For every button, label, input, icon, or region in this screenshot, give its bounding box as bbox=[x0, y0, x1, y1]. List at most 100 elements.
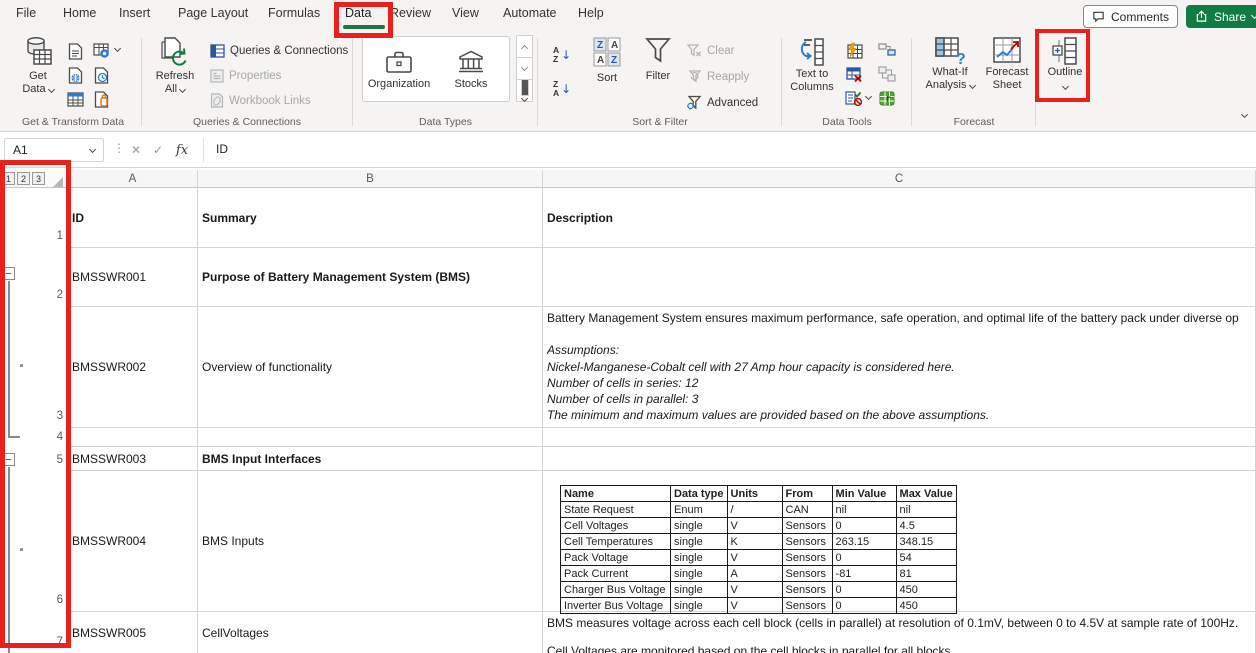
row-header-4[interactable]: 4 bbox=[40, 431, 66, 443]
name-box[interactable]: A1 bbox=[4, 138, 104, 162]
insert-function-button[interactable]: fx bbox=[172, 140, 192, 160]
cell-c1[interactable]: Description bbox=[543, 188, 1256, 248]
from-picture-chevron-icon[interactable] bbox=[114, 45, 121, 52]
column-header-b[interactable]: B bbox=[198, 170, 543, 188]
from-web-button[interactable] bbox=[66, 66, 84, 84]
outline-button[interactable]: Outline bbox=[1041, 36, 1089, 110]
cell-a3[interactable]: BMSSWR002 bbox=[68, 307, 198, 428]
tab-review[interactable]: Review bbox=[390, 6, 431, 20]
row-header-5[interactable]: 5 bbox=[40, 454, 66, 466]
cell-b7[interactable]: CellVoltages bbox=[198, 612, 543, 653]
filter-button[interactable]: Filter bbox=[637, 36, 679, 110]
tab-insert[interactable]: Insert bbox=[119, 6, 150, 20]
enter-button[interactable]: ✓ bbox=[148, 140, 168, 160]
queries-connections-button[interactable]: Queries & Connections bbox=[210, 44, 348, 58]
connection-doc-icon bbox=[94, 91, 109, 108]
cell-a2[interactable]: BMSSWR001 bbox=[68, 248, 198, 307]
existing-connections-button[interactable] bbox=[92, 90, 110, 108]
what-if-analysis-button[interactable]: ? What-If Analysis bbox=[921, 36, 979, 110]
bms-inputs-row: Pack CurrentsingleASensors-8181 bbox=[561, 566, 957, 582]
cell-c2[interactable] bbox=[543, 248, 1256, 307]
cell-a5[interactable]: BMSSWR003 bbox=[68, 447, 198, 471]
row-header-1[interactable]: 1 bbox=[40, 230, 66, 242]
collapse-group-1-button[interactable]: − bbox=[2, 267, 15, 280]
formula-input[interactable]: ID bbox=[216, 142, 228, 156]
web-doc-icon bbox=[68, 67, 83, 84]
refresh-all-chevron-icon bbox=[179, 86, 186, 93]
cancel-button[interactable]: ✕ bbox=[126, 140, 146, 160]
workbook-links-button[interactable]: Workbook Links bbox=[210, 93, 311, 108]
properties-button[interactable]: Properties bbox=[210, 69, 281, 83]
cell-a1[interactable]: ID bbox=[68, 188, 198, 248]
data-model-icon bbox=[878, 90, 896, 107]
data-validation-button[interactable] bbox=[845, 89, 863, 107]
tab-automate[interactable]: Automate bbox=[503, 6, 557, 20]
collapse-group-2-button[interactable]: − bbox=[2, 453, 15, 466]
clear-filter-button[interactable]: Clear bbox=[686, 43, 734, 58]
cell-b1[interactable]: Summary bbox=[198, 188, 543, 248]
cell-a4[interactable] bbox=[68, 428, 198, 447]
flash-fill-button[interactable] bbox=[845, 41, 863, 59]
tab-formulas[interactable]: Formulas bbox=[268, 6, 320, 20]
tab-page-layout[interactable]: Page Layout bbox=[178, 6, 248, 20]
briefcase-icon bbox=[384, 49, 414, 75]
from-picture-button[interactable] bbox=[92, 42, 110, 60]
manage-data-model-button[interactable] bbox=[878, 89, 896, 107]
column-header-a[interactable]: A bbox=[68, 170, 198, 188]
queries-connections-label: Queries & Connections bbox=[230, 45, 348, 57]
share-icon bbox=[1195, 10, 1208, 23]
tab-data[interactable]: Data bbox=[345, 6, 371, 20]
get-data-label-1: Get bbox=[29, 70, 47, 83]
cell-b2[interactable]: Purpose of Battery Management System (BM… bbox=[198, 248, 543, 307]
from-text-csv-button[interactable] bbox=[66, 42, 84, 60]
get-data-button[interactable]: Get Data bbox=[12, 36, 64, 110]
forecast-sheet-button[interactable]: Forecast Sheet bbox=[981, 36, 1033, 110]
refresh-all-label-2: All bbox=[165, 83, 177, 95]
data-type-organization[interactable]: Organization bbox=[363, 37, 435, 101]
outline-level-1-button[interactable]: 1 bbox=[2, 172, 15, 185]
sort-ascending-button[interactable]: AZ↓ bbox=[553, 42, 581, 68]
relationships-button[interactable] bbox=[878, 65, 896, 83]
tab-view[interactable]: View bbox=[452, 6, 479, 20]
row-header-2[interactable]: 2 bbox=[40, 289, 66, 301]
gallery-scroll-up-button[interactable] bbox=[516, 35, 533, 58]
refresh-all-button[interactable]: Refresh All bbox=[148, 36, 202, 110]
cell-a6[interactable]: BMSSWR004 bbox=[68, 471, 198, 612]
workbook-links-icon bbox=[210, 93, 224, 108]
cell-b5[interactable]: BMS Input Interfaces bbox=[198, 447, 543, 471]
formula-bar-grip[interactable]: ⋮ bbox=[113, 141, 125, 155]
sort-button[interactable]: ZAAZ Sort bbox=[585, 36, 629, 110]
comments-button[interactable]: Comments bbox=[1083, 5, 1178, 28]
group-ungroup-button[interactable] bbox=[878, 41, 896, 59]
cell-a7[interactable]: BMSSWR005 bbox=[68, 612, 198, 653]
text-to-columns-button[interactable]: Text to Columns bbox=[785, 36, 839, 110]
cell-c5[interactable] bbox=[543, 447, 1256, 471]
advanced-filter-button[interactable]: Advanced bbox=[686, 95, 758, 110]
collapse-ribbon-chevron-icon[interactable] bbox=[1241, 111, 1248, 118]
cell-b6[interactable]: BMS Inputs bbox=[198, 471, 543, 612]
data-validation-chevron-icon[interactable] bbox=[865, 93, 872, 100]
active-tab-underline bbox=[343, 25, 385, 29]
cell-b4[interactable] bbox=[198, 428, 543, 447]
share-button[interactable]: Share bbox=[1186, 5, 1256, 28]
sort-descending-button[interactable]: ZA↓ bbox=[553, 76, 581, 102]
column-header-c[interactable]: C bbox=[543, 170, 1256, 188]
select-all-button[interactable] bbox=[53, 177, 63, 187]
tab-file[interactable]: File bbox=[16, 6, 36, 20]
tab-home[interactable]: Home bbox=[63, 6, 96, 20]
reapply-filter-button[interactable]: Reapply bbox=[686, 69, 749, 84]
remove-duplicates-button[interactable] bbox=[845, 65, 863, 83]
recent-sources-button[interactable] bbox=[92, 66, 110, 84]
gallery-scroll-down-button[interactable] bbox=[516, 57, 533, 80]
gallery-more-button[interactable] bbox=[516, 79, 533, 102]
tab-help[interactable]: Help bbox=[578, 6, 604, 20]
data-type-stocks[interactable]: Stocks bbox=[435, 37, 507, 101]
from-table-range-button[interactable] bbox=[66, 90, 84, 108]
outline-level-2-button[interactable]: 2 bbox=[17, 172, 30, 185]
cell-c4[interactable] bbox=[543, 428, 1256, 447]
row-header-6[interactable]: 6 bbox=[40, 594, 66, 606]
cell-b3[interactable]: Overview of functionality bbox=[198, 307, 543, 428]
row-header-7[interactable]: 7 bbox=[40, 636, 66, 648]
outline-level-3-button[interactable]: 3 bbox=[32, 172, 45, 185]
row-header-3[interactable]: 3 bbox=[40, 410, 66, 422]
